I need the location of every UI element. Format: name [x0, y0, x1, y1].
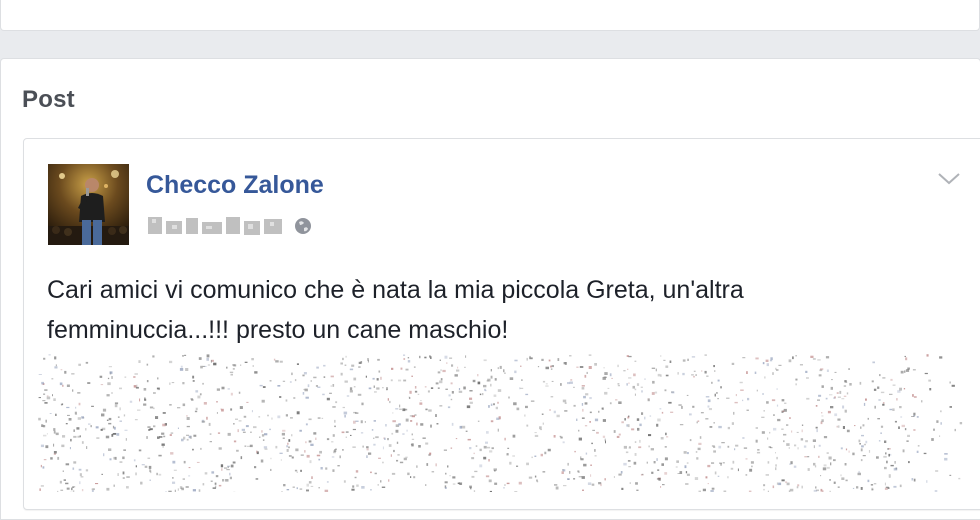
- globe-icon[interactable]: [293, 216, 313, 236]
- avatar[interactable]: [48, 164, 129, 245]
- previous-card: [0, 0, 980, 31]
- chevron-down-icon[interactable]: [936, 168, 962, 188]
- section-title: Post: [22, 86, 75, 114]
- post-text: Cari amici vi comunico che è nata la mia…: [47, 270, 927, 350]
- attachment-blurred: [38, 354, 964, 492]
- post-text-line: Cari amici vi comunico che è nata la mia…: [47, 270, 927, 310]
- author-name-link[interactable]: Checco Zalone: [146, 171, 324, 200]
- post-text-line: femminuccia...!!! presto un cane maschio…: [47, 310, 927, 350]
- timestamp-blurred[interactable]: [146, 213, 286, 240]
